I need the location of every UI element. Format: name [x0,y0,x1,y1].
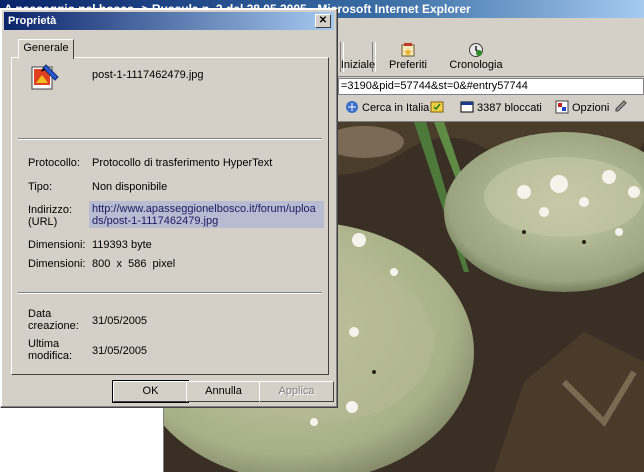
apply-button[interactable]: Applica [259,381,334,402]
image-file-icon [28,61,60,93]
ok-button[interactable]: OK [112,380,189,403]
dimensions-value: 800 x 586 pixel [92,258,176,270]
options-icon [555,100,569,114]
pen-icon[interactable] [614,99,628,117]
separator [18,292,322,294]
close-icon: ✕ [318,15,328,26]
size-label: Dimensioni: [28,239,86,251]
created-label: Data creazione: [28,308,79,332]
protocol-value: Protocollo di trasferimento HyperText [92,157,273,169]
cancel-button[interactable]: Annulla [186,381,261,402]
type-label: Tipo: [28,181,53,193]
tab-general[interactable]: Generale [18,39,74,59]
search-italy-label: Cerca in Italia [362,102,430,114]
dialog-title-bar: Proprietà ✕ [4,12,334,30]
dialog-title: Proprietà [8,15,57,27]
favorites-button[interactable]: Preferiti [376,40,440,74]
history-label: Cronologia [449,59,503,71]
address-input[interactable]: =3190&pid=57744&st=0&#entry57744 [338,78,644,95]
blocked-popups-label: 3387 bloccati [477,102,542,114]
popup-icon-button[interactable] [430,99,447,117]
popup-blocker-icon [430,100,444,114]
close-button[interactable]: ✕ [315,14,331,28]
modified-label: Ultima modifica: [28,338,73,362]
protocol-label: Protocollo: [28,157,80,169]
history-button[interactable]: Cronologia [444,40,508,74]
options-label: Opzioni [572,102,610,114]
file-name: post-1-1117462479.jpg [92,69,204,81]
home-icon [350,42,366,58]
search-italy-button[interactable]: Cerca in Italia [345,99,429,117]
modified-value: 31/05/2005 [92,345,148,357]
favorites-label: Preferiti [389,59,427,71]
home-label: Iniziale [340,59,376,71]
window-icon [460,100,474,114]
favorites-icon [400,42,416,58]
created-value: 31/05/2005 [92,315,148,327]
size-value: 119393 byte [92,239,152,251]
search-icon [345,100,359,114]
separator [18,138,322,140]
options-button[interactable]: Opzioni [555,99,609,117]
history-icon [468,42,484,58]
properties-dialog: Proprietà ✕ Generale post-1-1117462479.j… [0,8,338,408]
address-value[interactable]: http://www.apasseggionelbosco.it/forum/u… [89,201,324,228]
blocked-popups-button[interactable]: 3387 bloccati [460,99,542,117]
address-label: Indirizzo: (URL) [28,204,73,228]
dimensions-label: Dimensioni: [28,258,86,270]
type-value: Non disponibile [92,181,168,193]
